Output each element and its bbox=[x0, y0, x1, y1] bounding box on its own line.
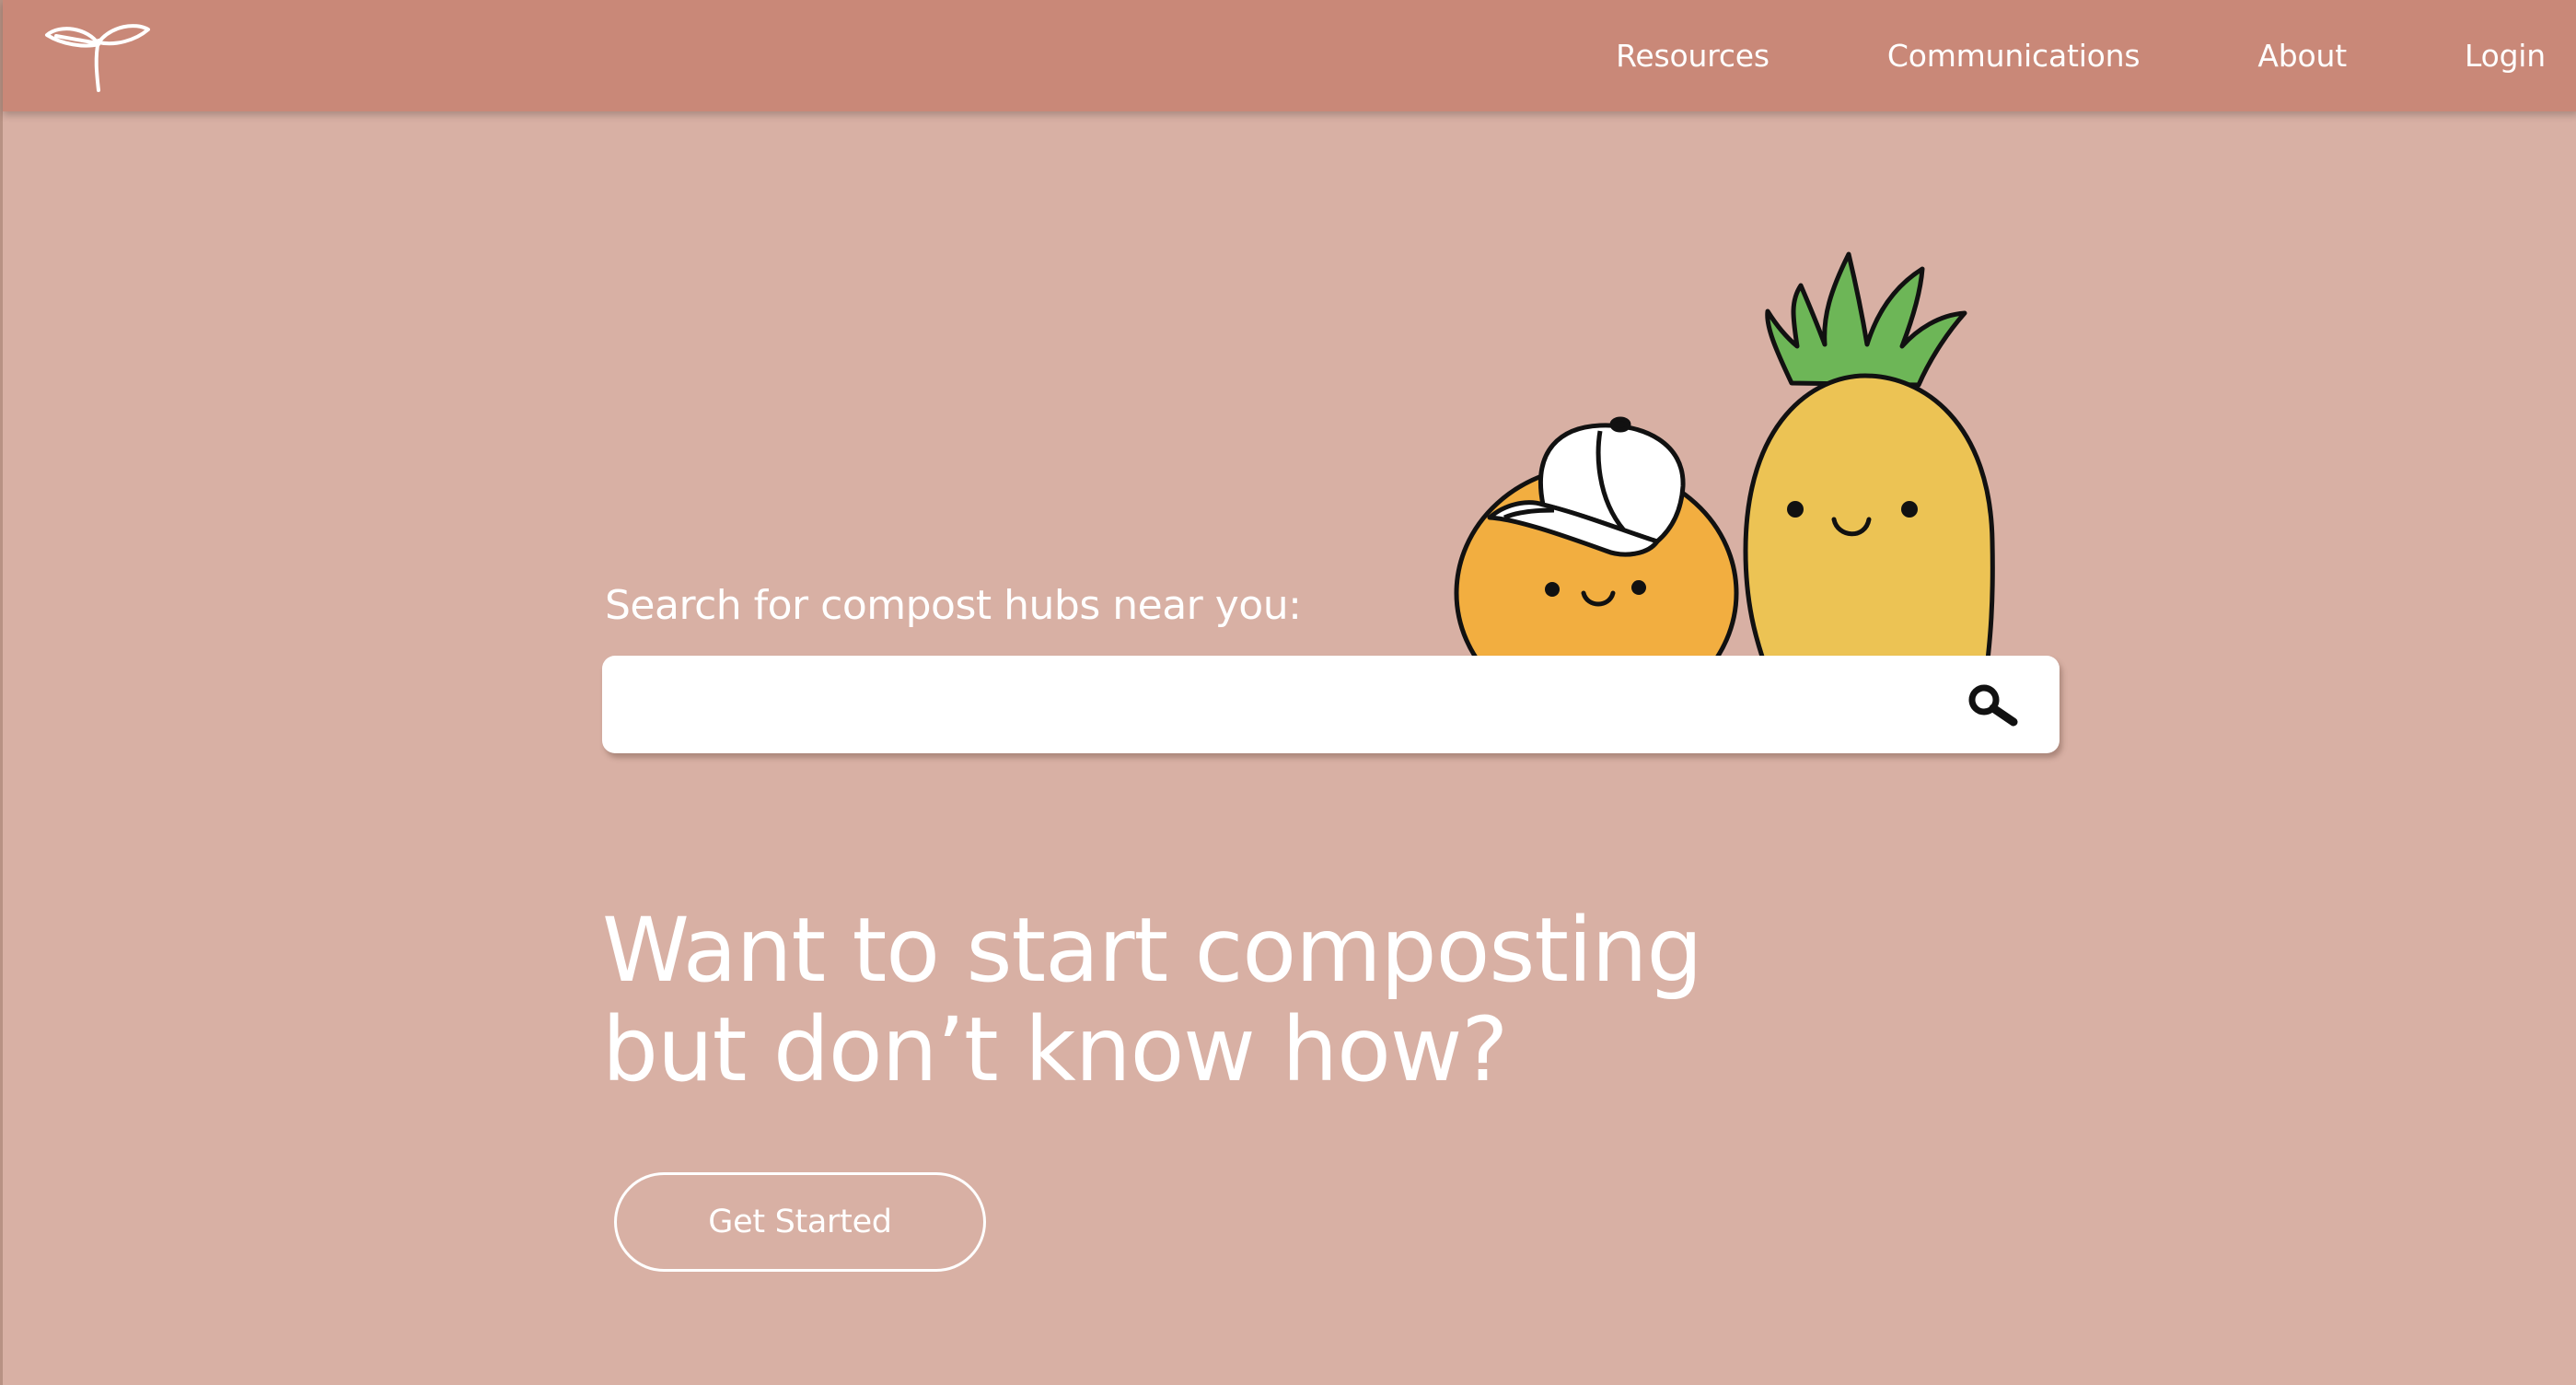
navbar: Resources Communications About Login bbox=[3, 0, 2576, 111]
pineapple-leaves bbox=[1765, 251, 1967, 388]
headline-line-2: but don’t know how? bbox=[602, 998, 1508, 1101]
nav-link-login[interactable]: Login bbox=[2465, 38, 2546, 74]
search-bar bbox=[602, 656, 2060, 753]
hero-headline: Want to start composting but don’t know … bbox=[602, 899, 1702, 1101]
pineapple bbox=[1743, 373, 1995, 657]
nav-link-communications[interactable]: Communications bbox=[1887, 38, 2141, 74]
get-started-button[interactable]: Get Started bbox=[614, 1172, 986, 1272]
search-input[interactable] bbox=[621, 669, 1932, 742]
nav-links: Resources Communications About Login bbox=[1498, 0, 2546, 111]
nav-link-resources[interactable]: Resources bbox=[1616, 38, 1770, 74]
nav-link-about[interactable]: About bbox=[2257, 38, 2347, 74]
sprout-icon[interactable] bbox=[43, 20, 152, 94]
search-icon[interactable] bbox=[1964, 683, 2023, 727]
search-label: Search for compost hubs near you: bbox=[605, 582, 1302, 629]
fruit-illustration bbox=[1454, 251, 1995, 657]
headline-line-1: Want to start composting bbox=[602, 899, 1702, 1002]
page: Resources Communications About Login Sea… bbox=[0, 0, 2576, 1385]
